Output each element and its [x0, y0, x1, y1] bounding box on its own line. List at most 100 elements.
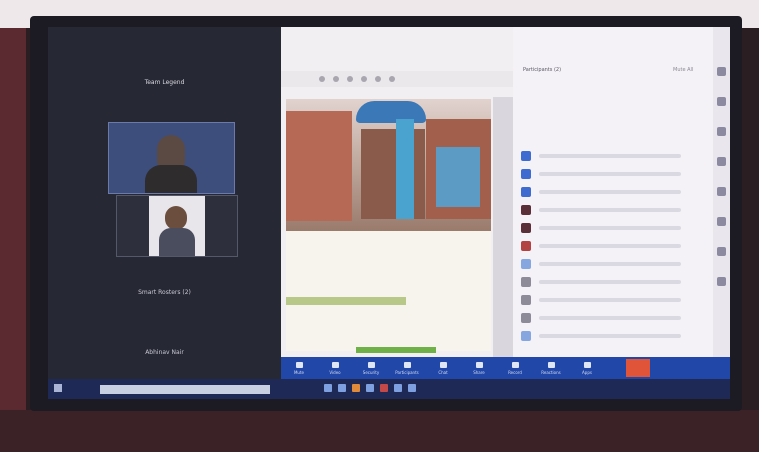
list-item[interactable] — [521, 203, 681, 217]
participant-body — [159, 228, 195, 256]
windows-start-icon[interactable] — [54, 384, 62, 392]
list-item[interactable] — [521, 149, 681, 163]
wall-edge — [0, 28, 26, 452]
participant-head — [157, 135, 185, 169]
toolbar-left-area — [48, 357, 281, 379]
security-button[interactable]: Security — [353, 361, 389, 375]
avatar-icon — [521, 277, 531, 287]
gallery-title: Team Legend — [144, 79, 185, 86]
zoom-app-icon[interactable] — [394, 384, 402, 392]
rail-icon[interactable] — [717, 187, 726, 196]
mute-all-button[interactable]: Mute All — [673, 67, 693, 73]
list-item[interactable] — [521, 311, 681, 325]
chat-button[interactable]: Chat — [425, 361, 461, 375]
side-rail — [713, 27, 730, 357]
rail-icon[interactable] — [717, 127, 726, 136]
os-taskbar — [48, 379, 730, 399]
list-item-text — [539, 190, 681, 194]
participants-button[interactable]: Participants — [389, 361, 425, 375]
mute-label: Mute — [293, 369, 304, 375]
rail-icon[interactable] — [717, 217, 726, 226]
microphone-icon — [295, 361, 303, 368]
participants-label: Participants — [395, 369, 419, 375]
panel-header: Participants (2) — [523, 67, 562, 73]
apps-icon — [583, 361, 591, 368]
taskbar-apps — [324, 384, 416, 392]
avatar-icon — [521, 187, 531, 197]
list-item[interactable] — [521, 221, 681, 235]
shared-document — [286, 231, 491, 353]
rail-icon[interactable] — [717, 277, 726, 286]
list-item-text — [539, 226, 681, 230]
taskbar-search-input[interactable] — [100, 385, 270, 394]
rail-icon[interactable] — [717, 157, 726, 166]
avatar-icon — [521, 331, 531, 341]
pointer-icon[interactable] — [319, 76, 325, 82]
reactions-button[interactable]: Reactions — [533, 361, 569, 375]
people-icon — [403, 361, 411, 368]
avatar-icon — [521, 259, 531, 269]
browser-icon[interactable] — [338, 384, 346, 392]
list-item-text — [539, 280, 681, 284]
participant-head — [165, 206, 187, 230]
avatar-icon — [521, 169, 531, 179]
shared-screen[interactable] — [281, 27, 513, 357]
avatar-icon — [521, 313, 531, 323]
video-frame — [149, 196, 205, 256]
participants-panel: Participants (2) Mute All — [513, 27, 730, 357]
app-icon[interactable] — [380, 384, 388, 392]
file-explorer-icon[interactable] — [324, 384, 332, 392]
list-item[interactable] — [521, 239, 681, 253]
app-icon[interactable] — [366, 384, 374, 392]
list-item[interactable] — [521, 329, 681, 343]
record-label: Record — [508, 369, 522, 375]
chat-label: Chat — [438, 369, 448, 375]
apps-button[interactable]: Apps — [569, 361, 605, 375]
rail-icon[interactable] — [717, 247, 726, 256]
avatar-icon — [521, 205, 531, 215]
photo-figure — [436, 147, 480, 207]
record-icon — [511, 361, 519, 368]
pen-icon[interactable] — [333, 76, 339, 82]
list-item-text — [539, 154, 681, 158]
shared-photo — [286, 99, 491, 231]
app-icon[interactable] — [352, 384, 360, 392]
list-item-text — [539, 316, 681, 320]
text-icon[interactable] — [347, 76, 353, 82]
rail-icon[interactable] — [717, 97, 726, 106]
share-icon — [475, 361, 483, 368]
list-item[interactable] — [521, 185, 681, 199]
mute-button[interactable]: Mute — [281, 361, 317, 375]
document-highlight — [356, 347, 436, 353]
video-icon — [331, 361, 339, 368]
list-item-text — [539, 298, 681, 302]
list-item[interactable] — [521, 293, 681, 307]
list-item[interactable] — [521, 257, 681, 271]
app-icon[interactable] — [408, 384, 416, 392]
rail-icon[interactable] — [717, 67, 726, 76]
photo-building — [361, 129, 425, 219]
shape-icon[interactable] — [361, 76, 367, 82]
meeting-toolbar: Mute Video Security Participants Chat Sh… — [281, 357, 730, 379]
participants-gallery: Team Legend Smart Rosters (2) Abhinav Na… — [48, 27, 281, 357]
avatar-icon — [521, 151, 531, 161]
list-item-text — [539, 244, 681, 248]
list-item[interactable] — [521, 167, 681, 181]
vertical-scrollbar[interactable] — [493, 97, 513, 357]
share-label: Share — [473, 369, 485, 375]
avatar-icon — [521, 223, 531, 233]
participant-video-2[interactable] — [116, 195, 238, 257]
video-button[interactable]: Video — [317, 361, 353, 375]
end-meeting-button[interactable] — [626, 359, 650, 377]
gallery-section-label: Smart Rosters (2) — [138, 289, 191, 296]
share-button[interactable]: Share — [461, 361, 497, 375]
save-icon[interactable] — [389, 76, 395, 82]
security-label: Security — [362, 369, 380, 375]
shield-icon — [367, 361, 375, 368]
list-item[interactable] — [521, 275, 681, 289]
eraser-icon[interactable] — [375, 76, 381, 82]
record-button[interactable]: Record — [497, 361, 533, 375]
participant-video-1[interactable] — [108, 122, 235, 194]
photo-statue — [396, 119, 414, 219]
list-item-text — [539, 172, 681, 176]
